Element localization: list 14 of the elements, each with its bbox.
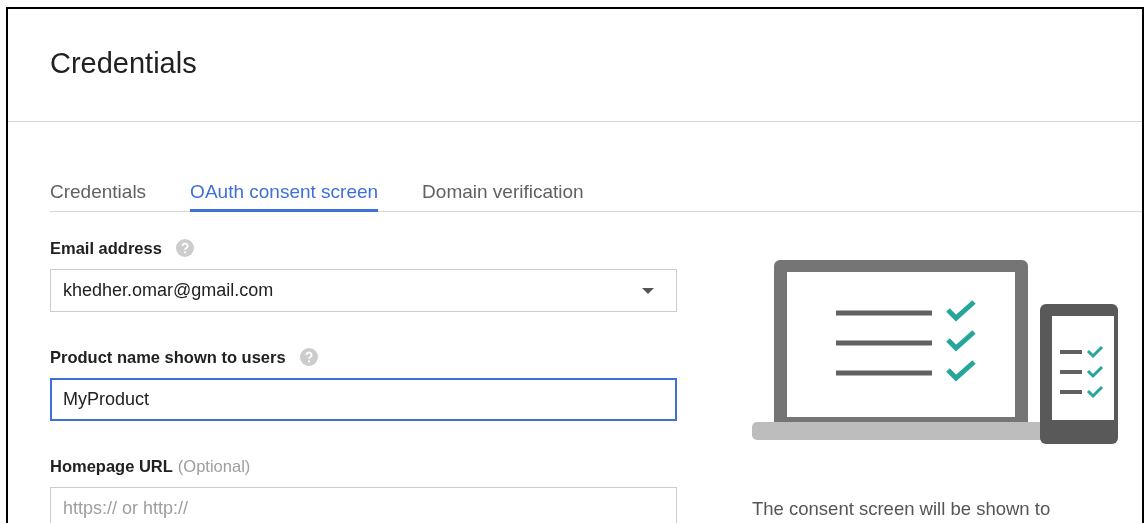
tab[interactable]: Domain verification bbox=[422, 161, 584, 212]
help-icon[interactable] bbox=[175, 239, 194, 257]
email-select[interactable]: khedher.omar@gmail.com bbox=[50, 269, 677, 312]
text-field[interactable]: MyProduct bbox=[50, 378, 677, 421]
consent-description: The consent screen will be shown to bbox=[752, 498, 1052, 520]
field-label: Homepage URL bbox=[50, 456, 173, 476]
text-field[interactable]: https:// or http:// bbox=[50, 487, 677, 523]
tab[interactable]: OAuth consent screen bbox=[190, 161, 379, 212]
field-label: Product name shown to users bbox=[50, 347, 286, 367]
help-icon[interactable] bbox=[299, 348, 318, 366]
page-title: Credentials bbox=[50, 46, 197, 80]
optional-hint: (Optional) bbox=[177, 456, 251, 476]
tab[interactable]: Credentials bbox=[50, 161, 147, 212]
field-label: Email address bbox=[50, 238, 162, 258]
